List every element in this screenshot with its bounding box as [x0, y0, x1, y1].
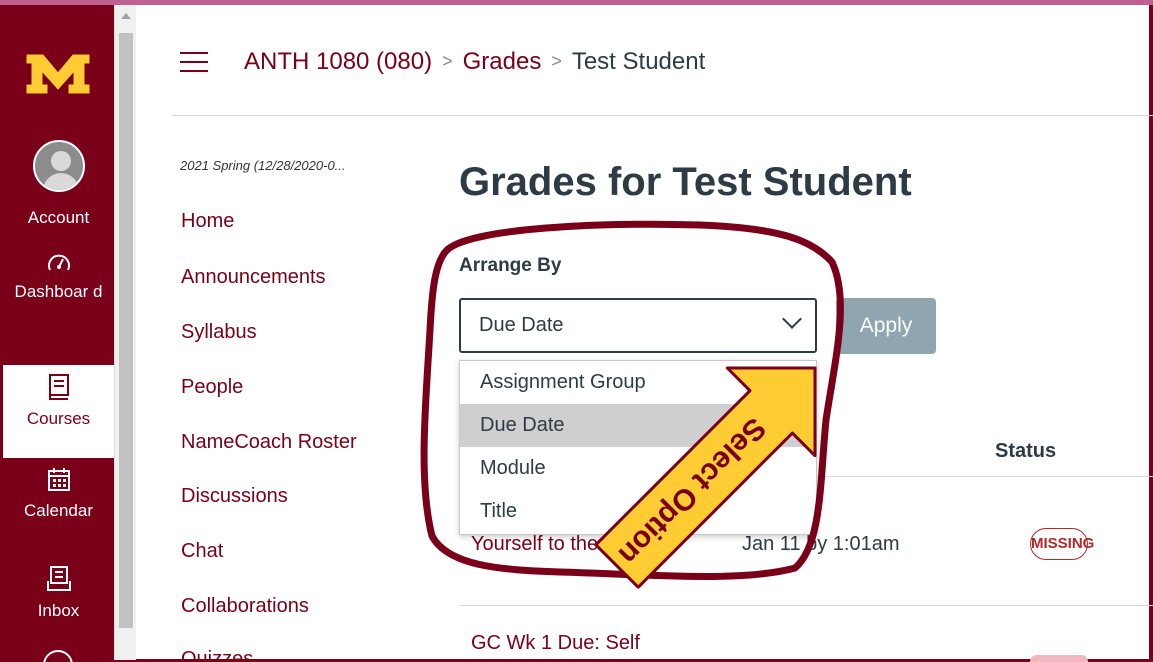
row-divider [459, 605, 1153, 606]
option-assignment-group[interactable]: Assignment Group [460, 361, 816, 404]
option-due-date[interactable]: Due Date [460, 404, 816, 447]
course-nav-syllabus[interactable]: Syllabus [181, 321, 257, 344]
breadcrumb-separator: > [442, 51, 453, 71]
scroll-thumb[interactable] [119, 33, 133, 628]
breadcrumb-current: Test Student [571, 48, 706, 75]
breadcrumb-course[interactable]: ANTH 1080 (080) [244, 48, 432, 75]
course-nav-chat[interactable]: Chat [181, 540, 223, 563]
gnav-dashboard[interactable]: Dashboar d [3, 250, 114, 302]
global-nav: Account Dashboar d Courses Calendar Inbo… [3, 5, 114, 662]
status-column-header: Status [995, 440, 1057, 462]
gnav-courses[interactable]: Courses [3, 365, 114, 458]
assignment-due-date: Jan 11 by 1:01am [742, 533, 900, 555]
gnav-calendar[interactable]: Calendar [3, 467, 114, 521]
arrange-by-options: Assignment Group Due Date Module Title [459, 360, 817, 535]
apply-button[interactable]: Apply [836, 298, 936, 354]
course-nav-namecoach-roster[interactable]: NameCoach Roster [181, 431, 357, 454]
gnav-inbox-label: Inbox [37, 601, 80, 620]
window-top-accent [0, 0, 1153, 5]
chevron-down-icon [782, 309, 802, 329]
scroll-up-arrow-icon[interactable] [121, 13, 131, 19]
gnav-history-icon[interactable] [43, 650, 73, 662]
calendar-icon [47, 468, 70, 491]
breadcrumb-grades[interactable]: Grades [463, 48, 542, 75]
arrange-by-label: Arrange By [459, 255, 562, 276]
dashboard-gauge-icon [47, 254, 70, 271]
course-nav-collaborations[interactable]: Collaborations [181, 595, 309, 618]
gnav-inbox[interactable]: Inbox [3, 565, 114, 621]
gnav-account-label: Account [27, 208, 90, 227]
option-title[interactable]: Title [460, 490, 816, 533]
book-icon [48, 374, 69, 400]
assignment-link[interactable]: Yourself to the Class [471, 533, 654, 556]
page-title: Grades for Test Student [459, 160, 912, 204]
hamburger-menu-icon[interactable] [180, 52, 208, 72]
header-divider [172, 115, 1153, 116]
select-value: Due Date [479, 314, 564, 336]
gnav-courses-label: Courses [26, 409, 91, 428]
status-badge [1030, 655, 1088, 662]
gnav-account[interactable]: Account [3, 140, 114, 228]
breadcrumb-separator: > [551, 51, 562, 71]
user-avatar-icon [32, 140, 85, 192]
university-m-logo-icon[interactable] [25, 49, 91, 97]
course-nav-home[interactable]: Home [181, 210, 234, 233]
status-badge: MISSING [1030, 528, 1094, 560]
course-nav-announcements[interactable]: Announcements [181, 266, 326, 289]
course-nav-quizzes[interactable]: Quizzes [181, 648, 253, 662]
option-module[interactable]: Module [460, 447, 816, 490]
inbox-icon [46, 566, 71, 591]
course-term: 2021 Spring (12/28/2020-0... [180, 158, 346, 173]
arrange-by-select[interactable]: Due Date [459, 298, 817, 353]
breadcrumb: ANTH 1080 (080) > Grades > Test Student [244, 48, 705, 76]
assignment-link[interactable]: GC Wk 1 Due: Self [471, 632, 640, 655]
course-nav-discussions[interactable]: Discussions [181, 485, 288, 508]
gnav-dashboard-label: Dashboar d [14, 282, 103, 301]
gnav-calendar-label: Calendar [24, 501, 93, 520]
nav-scrollbar[interactable] [114, 5, 136, 660]
course-nav-people[interactable]: People [181, 376, 243, 399]
